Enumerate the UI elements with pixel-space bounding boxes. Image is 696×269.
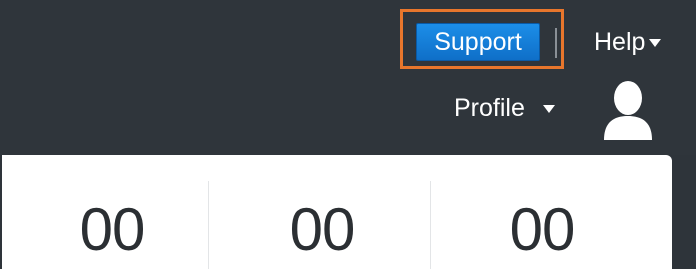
stat-value: 00 xyxy=(289,196,356,263)
chevron-down-icon xyxy=(542,105,555,114)
stat-card: 00 xyxy=(212,155,432,269)
stat-value: 00 xyxy=(79,196,146,263)
stat-divider xyxy=(430,181,431,269)
nav-divider xyxy=(555,28,557,58)
top-navigation-bar: Support Help Profile xyxy=(0,0,696,155)
stat-card: 00 xyxy=(2,155,222,269)
user-avatar-icon[interactable] xyxy=(600,78,656,142)
help-label: Help xyxy=(594,28,646,56)
profile-label: Profile xyxy=(454,94,525,122)
chevron-down-icon xyxy=(649,39,662,48)
profile-menu[interactable]: Profile xyxy=(454,90,555,126)
stat-card: 00 xyxy=(432,155,652,269)
help-menu[interactable]: Help xyxy=(594,24,662,60)
stats-panel: 00 00 00 xyxy=(2,155,672,269)
stat-value: 00 xyxy=(509,196,576,263)
stat-divider xyxy=(208,181,209,269)
support-button[interactable]: Support xyxy=(416,23,540,61)
